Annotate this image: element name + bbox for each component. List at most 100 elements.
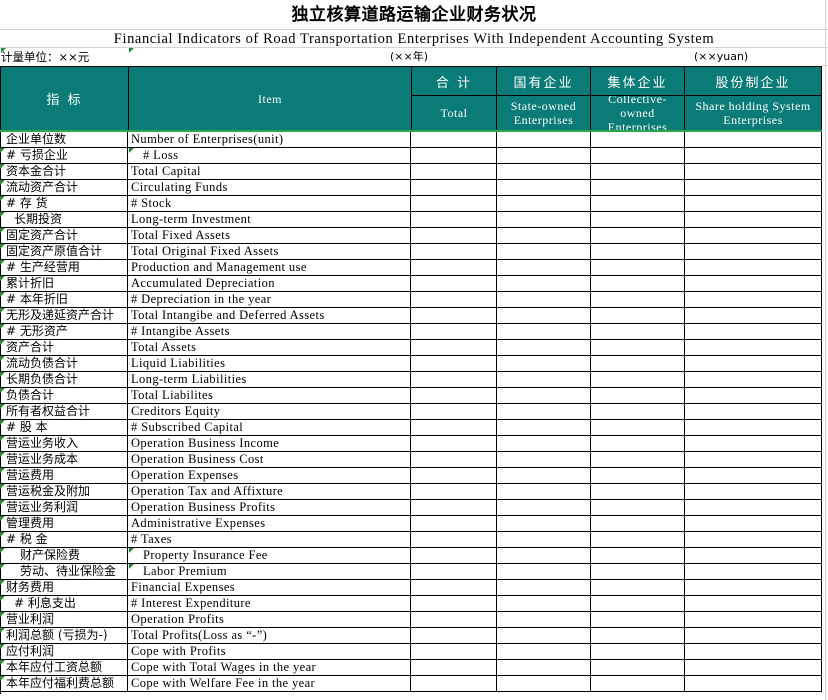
row-label-chinese[interactable]: 无形及递延资产合计 <box>0 308 128 323</box>
value-cell-total[interactable] <box>412 148 497 163</box>
value-cell-share-holding[interactable] <box>685 292 822 307</box>
row-label-english[interactable]: Creditors Equity <box>129 404 411 419</box>
row-label-chinese[interactable]: 累计折旧 <box>0 276 128 291</box>
row-label-english[interactable]: # Loss <box>129 148 411 163</box>
row-label-english[interactable]: Operation Business Profits <box>129 500 411 515</box>
row-label-english[interactable]: Accumulated Depreciation <box>129 276 411 291</box>
value-cell-share-holding[interactable] <box>685 196 822 211</box>
row-label-english[interactable]: Cope with Total Wages in the year <box>129 660 411 675</box>
value-cell-collective-owned[interactable] <box>591 292 685 307</box>
value-cell-state-owned[interactable] <box>497 452 591 467</box>
value-cell-collective-owned[interactable] <box>591 484 685 499</box>
value-cell-collective-owned[interactable] <box>591 436 685 451</box>
value-cell-collective-owned[interactable] <box>591 148 685 163</box>
value-cell-total[interactable] <box>412 532 497 547</box>
row-label-english[interactable]: Total Original Fixed Assets <box>129 244 411 259</box>
value-cell-state-owned[interactable] <box>497 132 591 147</box>
value-cell-total[interactable] <box>412 660 497 675</box>
value-cell-total[interactable] <box>412 564 497 579</box>
value-cell-state-owned[interactable] <box>497 660 591 675</box>
value-cell-collective-owned[interactable] <box>591 452 685 467</box>
value-cell-share-holding[interactable] <box>685 436 822 451</box>
value-cell-state-owned[interactable] <box>497 500 591 515</box>
row-label-chinese[interactable]: 营运税金及附加 <box>0 484 128 499</box>
row-label-chinese[interactable]: 负债合计 <box>0 388 128 403</box>
row-label-english[interactable]: Financial Expenses <box>129 580 411 595</box>
row-label-english[interactable]: Production and Management use <box>129 260 411 275</box>
value-cell-share-holding[interactable] <box>685 676 822 691</box>
value-cell-share-holding[interactable] <box>685 660 822 675</box>
value-cell-collective-owned[interactable] <box>591 660 685 675</box>
value-cell-collective-owned[interactable] <box>591 468 685 483</box>
value-cell-total[interactable] <box>412 276 497 291</box>
row-label-english[interactable]: Circulating Funds <box>129 180 411 195</box>
value-cell-collective-owned[interactable] <box>591 388 685 403</box>
value-cell-share-holding[interactable] <box>685 180 822 195</box>
value-cell-state-owned[interactable] <box>497 228 591 243</box>
row-label-chinese[interactable]: 流动负债合计 <box>0 356 128 371</box>
value-cell-total[interactable] <box>412 420 497 435</box>
value-cell-share-holding[interactable] <box>685 596 822 611</box>
row-label-chinese[interactable]: # 无形资产 <box>0 324 128 339</box>
value-cell-collective-owned[interactable] <box>591 260 685 275</box>
row-label-english[interactable]: Total Assets <box>129 340 411 355</box>
value-cell-collective-owned[interactable] <box>591 564 685 579</box>
value-cell-state-owned[interactable] <box>497 548 591 563</box>
value-cell-collective-owned[interactable] <box>591 196 685 211</box>
row-label-chinese[interactable]: 固定资产原值合计 <box>0 244 128 259</box>
value-cell-collective-owned[interactable] <box>591 404 685 419</box>
row-label-english[interactable]: # Depreciation in the year <box>129 292 411 307</box>
value-cell-share-holding[interactable] <box>685 212 822 227</box>
value-cell-state-owned[interactable] <box>497 180 591 195</box>
row-label-english[interactable]: # Stock <box>129 196 411 211</box>
row-label-chinese[interactable]: 固定资产合计 <box>0 228 128 243</box>
row-label-chinese[interactable]: 企业单位数 <box>0 132 128 147</box>
value-cell-total[interactable] <box>412 196 497 211</box>
value-cell-total[interactable] <box>412 388 497 403</box>
value-cell-collective-owned[interactable] <box>591 228 685 243</box>
value-cell-state-owned[interactable] <box>497 340 591 355</box>
value-cell-share-holding[interactable] <box>685 628 822 643</box>
value-cell-total[interactable] <box>412 228 497 243</box>
row-label-english[interactable]: Total Intangibe and Deferred Assets <box>129 308 411 323</box>
value-cell-share-holding[interactable] <box>685 340 822 355</box>
value-cell-share-holding[interactable] <box>685 164 822 179</box>
value-cell-state-owned[interactable] <box>497 260 591 275</box>
value-cell-share-holding[interactable] <box>685 404 822 419</box>
value-cell-state-owned[interactable] <box>497 628 591 643</box>
row-label-english[interactable]: Operation Business Cost <box>129 452 411 467</box>
row-label-english[interactable]: Administrative Expenses <box>129 516 411 531</box>
value-cell-total[interactable] <box>412 212 497 227</box>
value-cell-total[interactable] <box>412 244 497 259</box>
value-cell-collective-owned[interactable] <box>591 516 685 531</box>
value-cell-share-holding[interactable] <box>685 356 822 371</box>
value-cell-state-owned[interactable] <box>497 484 591 499</box>
row-label-english[interactable]: Operation Business Income <box>129 436 411 451</box>
value-cell-state-owned[interactable] <box>497 292 591 307</box>
value-cell-collective-owned[interactable] <box>591 420 685 435</box>
value-cell-total[interactable] <box>412 612 497 627</box>
value-cell-collective-owned[interactable] <box>591 340 685 355</box>
value-cell-share-holding[interactable] <box>685 324 822 339</box>
value-cell-total[interactable] <box>412 180 497 195</box>
value-cell-share-holding[interactable] <box>685 260 822 275</box>
row-label-chinese[interactable]: # 存 货 <box>0 196 128 211</box>
value-cell-share-holding[interactable] <box>685 484 822 499</box>
value-cell-state-owned[interactable] <box>497 388 591 403</box>
value-cell-total[interactable] <box>412 404 497 419</box>
row-label-chinese[interactable]: 长期负债合计 <box>0 372 128 387</box>
value-cell-state-owned[interactable] <box>497 516 591 531</box>
value-cell-state-owned[interactable] <box>497 164 591 179</box>
value-cell-state-owned[interactable] <box>497 644 591 659</box>
value-cell-share-holding[interactable] <box>685 612 822 627</box>
value-cell-state-owned[interactable] <box>497 676 591 691</box>
row-label-chinese[interactable]: 营运业务利润 <box>0 500 128 515</box>
value-cell-total[interactable] <box>412 452 497 467</box>
row-label-chinese[interactable]: # 利息支出 <box>0 596 128 611</box>
value-cell-collective-owned[interactable] <box>591 244 685 259</box>
row-label-chinese[interactable]: # 股 本 <box>0 420 128 435</box>
value-cell-state-owned[interactable] <box>497 468 591 483</box>
row-label-chinese[interactable]: 营运业务成本 <box>0 452 128 467</box>
value-cell-share-holding[interactable] <box>685 452 822 467</box>
value-cell-collective-owned[interactable] <box>591 628 685 643</box>
